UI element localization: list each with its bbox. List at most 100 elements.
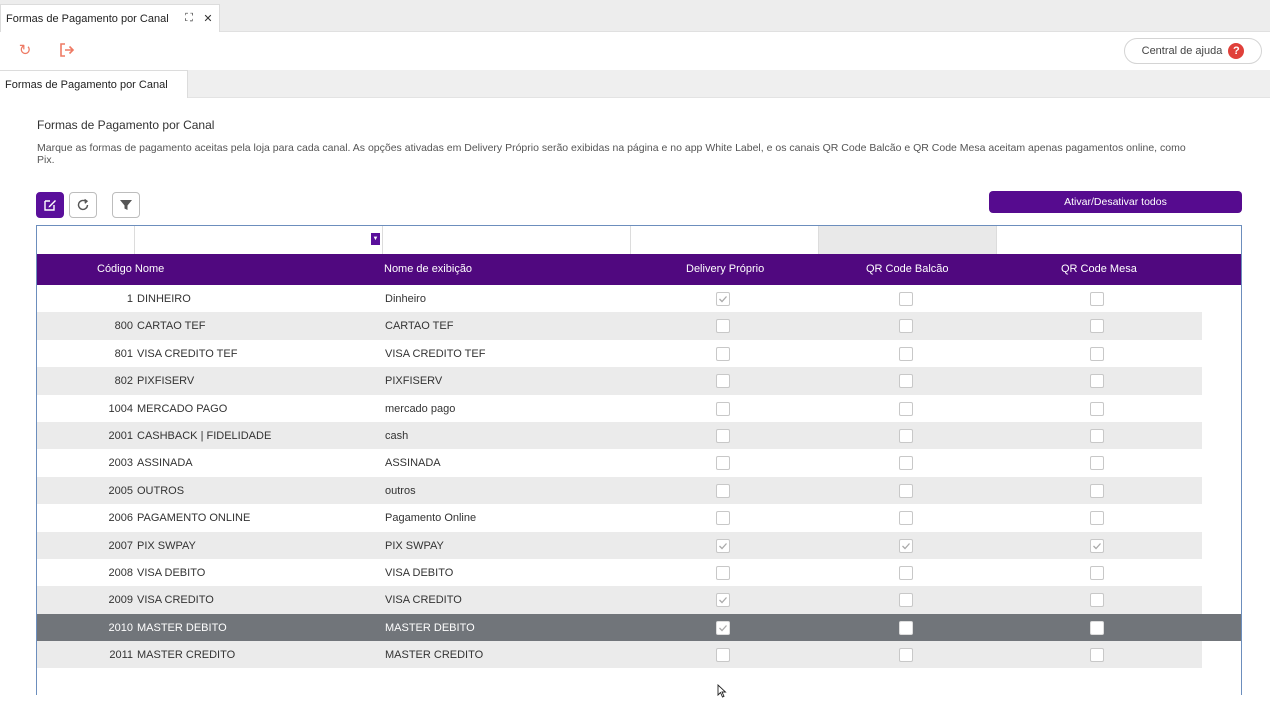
checkbox-delivery[interactable] <box>716 292 730 306</box>
checkbox-mesa[interactable] <box>1090 292 1104 306</box>
exit-icon[interactable] <box>58 41 76 59</box>
checkbox-delivery[interactable] <box>716 511 730 526</box>
cell-display-name: PIXFISERV <box>385 375 443 388</box>
cell-code: 2005 <box>108 484 133 497</box>
checkbox-delivery[interactable] <box>716 620 730 635</box>
tab-payment-channels[interactable]: Formas de Pagamento por Canal <box>0 70 188 98</box>
checkbox-mesa[interactable] <box>1090 319 1104 334</box>
checkbox-delivery[interactable] <box>716 593 730 608</box>
table-row[interactable]: 1004 MERCADO PAGO mercado pago <box>37 394 1241 422</box>
checkbox-mesa[interactable] <box>1090 374 1104 389</box>
window-tab[interactable]: Formas de Pagamento por Canal ⛶ ✕ <box>0 4 220 32</box>
column-qr-balcao[interactable]: QR Code Balcão <box>866 263 949 275</box>
table-row[interactable]: 1 DINHEIRO Dinheiro <box>37 285 1241 313</box>
table-row[interactable]: 801 VISA CREDITO TEF VISA CREDITO TEF <box>37 339 1241 368</box>
checkbox-balcao[interactable] <box>899 648 913 663</box>
checkbox-mesa[interactable] <box>1090 456 1104 471</box>
table-row[interactable]: 800 CARTAO TEF CARTAO TEF <box>37 312 1241 340</box>
cell-name: MASTER CREDITO <box>137 649 236 662</box>
row-end-spacer <box>1202 476 1241 505</box>
checkbox-mesa[interactable] <box>1090 428 1104 443</box>
column-delivery[interactable]: Delivery Próprio <box>686 263 764 275</box>
checkbox-balcao[interactable] <box>899 346 913 361</box>
checkbox-balcao[interactable] <box>899 319 913 334</box>
cell-code: 1 <box>126 293 133 305</box>
checkbox-mesa[interactable] <box>1090 565 1104 580</box>
filter-code[interactable] <box>37 226 135 254</box>
checkbox-mesa[interactable] <box>1090 538 1104 553</box>
checkbox-delivery[interactable] <box>716 456 730 471</box>
checkbox-delivery[interactable] <box>716 648 730 663</box>
checkbox-balcao[interactable] <box>899 620 913 635</box>
checkbox-delivery[interactable] <box>716 565 730 580</box>
checkbox-balcao[interactable] <box>899 456 913 471</box>
cell-display-name: VISA DEBITO <box>385 566 454 579</box>
filter-button[interactable] <box>112 192 140 218</box>
mouse-cursor-icon <box>717 683 727 701</box>
table-row[interactable]: 2001 CASHBACK | FIDELIDADE cash <box>37 421 1241 450</box>
checkbox-mesa[interactable] <box>1090 511 1104 526</box>
table-row[interactable]: 2006 PAGAMENTO ONLINE Pagamento Online <box>37 504 1241 532</box>
table-row[interactable]: 802 PIXFISERV PIXFISERV <box>37 367 1241 395</box>
expand-icon[interactable]: ⛶ <box>181 11 197 27</box>
edit-button[interactable] <box>36 192 64 218</box>
row-end-spacer <box>1202 421 1241 450</box>
cell-code: 801 <box>114 347 133 360</box>
toggle-all-button[interactable]: Ativar/Desativar todos <box>989 191 1242 213</box>
refresh-icon[interactable]: ↻ <box>16 41 34 59</box>
dropdown-icon[interactable]: ▼ <box>371 233 380 245</box>
checkbox-mesa[interactable] <box>1090 620 1104 635</box>
checkbox-balcao[interactable] <box>899 565 913 580</box>
checkbox-delivery[interactable] <box>716 401 730 416</box>
filter-delivery[interactable] <box>631 226 819 254</box>
table-row[interactable]: 2011 MASTER CREDITO MASTER CREDITO <box>37 641 1241 669</box>
checkbox-balcao[interactable] <box>899 483 913 498</box>
filter-name[interactable]: ▼ <box>135 226 383 254</box>
checkbox-balcao[interactable] <box>899 511 913 526</box>
checkbox-balcao[interactable] <box>899 428 913 443</box>
column-code-name[interactable]: Código Nome <box>97 263 164 275</box>
filter-qr-mesa[interactable] <box>997 226 1241 254</box>
column-qr-mesa[interactable]: QR Code Mesa <box>1061 263 1137 275</box>
checkbox-mesa[interactable] <box>1090 346 1104 361</box>
cell-name: VISA CREDITO <box>137 594 214 607</box>
checkbox-balcao[interactable] <box>899 401 913 416</box>
checkbox-balcao[interactable] <box>899 374 913 389</box>
checkbox-delivery[interactable] <box>716 346 730 361</box>
help-center-button[interactable]: Central de ajuda ? <box>1124 38 1262 64</box>
table-row[interactable]: 2007 PIX SWPAY PIX SWPAY <box>37 531 1241 559</box>
table-row[interactable]: 2005 OUTROS outros <box>37 476 1241 505</box>
checkbox-delivery[interactable] <box>716 319 730 334</box>
close-icon[interactable]: ✕ <box>200 11 216 27</box>
table-row[interactable]: 2003 ASSINADA ASSINADA <box>37 449 1241 477</box>
row-end-spacer <box>1202 558 1241 587</box>
row-end-spacer <box>1202 641 1241 669</box>
checkbox-mesa[interactable] <box>1090 401 1104 416</box>
row-end-spacer <box>1202 285 1241 313</box>
table-row[interactable]: 2010 MASTER DEBITO MASTER DEBITO <box>37 613 1241 642</box>
checkbox-balcao[interactable] <box>899 292 913 306</box>
cell-code: 2006 <box>108 512 133 525</box>
checkbox-mesa[interactable] <box>1090 483 1104 498</box>
reload-button[interactable] <box>69 192 97 218</box>
check-icon <box>1093 542 1101 549</box>
exit-icon-svg <box>60 43 75 57</box>
checkbox-mesa[interactable] <box>1090 593 1104 608</box>
checkbox-mesa[interactable] <box>1090 648 1104 663</box>
filter-icon <box>120 200 132 210</box>
cell-code: 2001 <box>108 429 133 442</box>
filter-display-name[interactable] <box>383 226 631 254</box>
checkbox-delivery[interactable] <box>716 428 730 443</box>
checkbox-balcao[interactable] <box>899 538 913 553</box>
checkbox-balcao[interactable] <box>899 593 913 608</box>
table-row[interactable]: 2008 VISA DEBITO VISA DEBITO <box>37 558 1241 587</box>
cell-display-name: mercado pago <box>385 402 456 415</box>
checkbox-delivery[interactable] <box>716 538 730 553</box>
checkbox-delivery[interactable] <box>716 483 730 498</box>
checkbox-delivery[interactable] <box>716 374 730 389</box>
cell-display-name: VISA CREDITO TEF <box>385 347 486 360</box>
cell-display-name: CARTAO TEF <box>385 320 454 333</box>
cell-name: CASHBACK | FIDELIDADE <box>137 429 272 442</box>
column-display-name[interactable]: Nome de exibição <box>384 263 472 275</box>
table-row[interactable]: 2009 VISA CREDITO VISA CREDITO <box>37 586 1241 614</box>
